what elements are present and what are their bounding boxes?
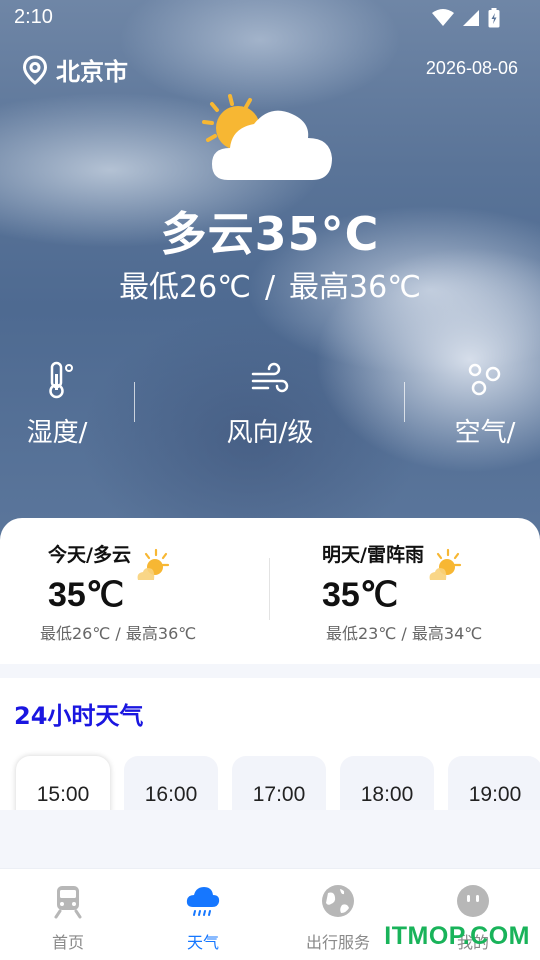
status-time: 2:10 xyxy=(14,6,53,28)
nav-label-home: 首页 xyxy=(51,933,84,952)
forecast-today-title: 今天/多云 xyxy=(48,544,131,566)
city-name: 北京市 xyxy=(56,58,128,86)
metric-humidity-label: 湿度/ xyxy=(26,418,88,448)
hour-chip[interactable]: 18:00 xyxy=(340,756,434,810)
metric-divider xyxy=(134,382,135,422)
forecast-card: 今天/多云 35℃ 最低26℃ / 最高36℃ 明天/雷阵雨 35℃ 最低23℃… xyxy=(0,518,540,664)
battery-icon xyxy=(488,8,500,28)
forecast-today-temp: 35℃ xyxy=(48,576,125,614)
hourly-list[interactable]: 15:00 16:00 17:00 18:00 19:00 xyxy=(16,756,540,810)
current-high: 最高36℃ xyxy=(289,270,421,305)
nav-label-weather: 天气 xyxy=(186,933,219,952)
partly-cloudy-icon xyxy=(202,94,332,180)
current-condition-temp: 多云35°C xyxy=(160,207,380,261)
current-date: 2026-08-06 xyxy=(425,58,518,78)
forecast-tomorrow[interactable]: 明天/雷阵雨 35℃ xyxy=(322,540,424,615)
cell-signal-icon xyxy=(463,10,479,26)
location[interactable]: 北京市 xyxy=(22,52,128,87)
nav-item-weather[interactable]: 天气 xyxy=(148,883,258,953)
metric-air-label: 空气/ xyxy=(454,418,516,448)
current-low: 最低26℃ xyxy=(119,270,251,305)
forecast-tomorrow-temp: 35℃ xyxy=(322,576,399,614)
train-icon xyxy=(54,886,82,919)
current-range: 最低26℃ / 最高36℃ xyxy=(0,262,540,306)
status-bar: 2:10 xyxy=(0,0,540,36)
location-pin-icon xyxy=(22,54,48,85)
metric-humidity: 湿度/ xyxy=(22,360,92,449)
metric-wind: 风向/级 xyxy=(222,360,318,449)
range-separator: / xyxy=(264,270,276,305)
hourly-section: 24小时天气 15:00 16:00 17:00 18:00 19:00 xyxy=(0,678,540,810)
hour-chip[interactable]: 17:00 xyxy=(232,756,326,810)
hour-chip[interactable]: 15:00 xyxy=(16,756,110,810)
wind-icon xyxy=(251,362,289,393)
globe-icon xyxy=(322,885,354,917)
sun-icon xyxy=(429,548,462,580)
wifi-icon xyxy=(432,9,454,26)
nav-item-travel[interactable]: 出行服务 xyxy=(283,883,393,953)
metric-air: 空气/ xyxy=(450,360,520,449)
sun-icon xyxy=(137,548,170,580)
thermometer-icon xyxy=(49,361,73,399)
nav-label-travel: 出行服务 xyxy=(305,933,370,952)
forecast-tomorrow-range: 最低23℃ / 最高34℃ xyxy=(326,624,483,643)
face-icon xyxy=(457,885,489,917)
forecast-tomorrow-title: 明天/雷阵雨 xyxy=(322,544,424,566)
forecast-today[interactable]: 今天/多云 35℃ xyxy=(48,540,131,615)
weather-hero: 2:10 北京市 2026-08-06 多云35°C 最低26℃ / 最高36℃… xyxy=(0,0,540,560)
hour-chip[interactable]: 19:00 xyxy=(448,756,540,810)
status-icons xyxy=(432,8,500,28)
cloud-rain-icon xyxy=(186,887,220,916)
hour-chip[interactable]: 16:00 xyxy=(124,756,218,810)
metric-divider xyxy=(404,382,405,422)
watermark: ITMOP.COM xyxy=(384,922,530,950)
forecast-today-range: 最低26℃ / 最高36℃ xyxy=(40,624,197,643)
drops-icon xyxy=(468,363,501,396)
hourly-title: 24小时天气 xyxy=(14,702,144,730)
metric-wind-label: 风向/级 xyxy=(226,418,314,448)
nav-item-home[interactable]: 首页 xyxy=(13,883,123,953)
forecast-divider xyxy=(269,558,270,620)
